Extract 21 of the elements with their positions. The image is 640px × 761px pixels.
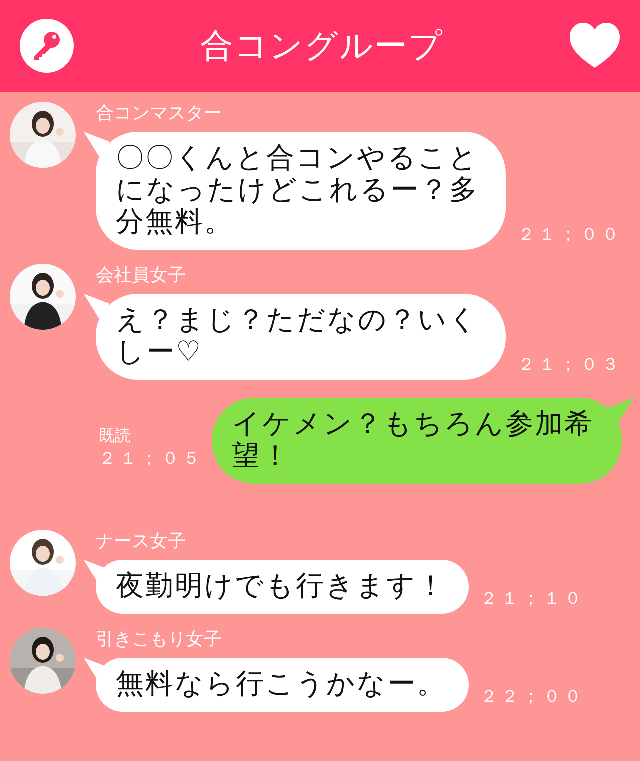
heart-icon[interactable] (570, 23, 620, 69)
message-time: ２１；００ (518, 224, 623, 247)
group-title: 合コングループ (200, 24, 444, 66)
message-time: ２１；０３ (518, 354, 623, 377)
sent-message-bubble: イケメン？もちろん参加希望！ (212, 398, 622, 484)
sender-name: 引きこもり女子 (96, 628, 222, 652)
sender-name: 会社員女子 (96, 264, 186, 288)
message-time: ２１；１０ (480, 588, 586, 611)
message-bubble: 夜勤明けでも行きます！ (96, 560, 468, 614)
sender-name: ナース女子 (96, 530, 186, 554)
key-icon[interactable] (20, 19, 74, 73)
speech-tail (608, 398, 634, 424)
message-time: ２２；００ (480, 686, 586, 709)
message-time: ２１；０５ (99, 448, 204, 471)
speech-tail (84, 132, 110, 158)
message-bubble: 〇〇くんと合コンやることになったけどこれるー？多分無料。 (96, 132, 506, 250)
speech-tail (84, 294, 110, 320)
sender-name: 合コンマスター (96, 102, 222, 126)
read-receipt: 既読 (99, 426, 131, 447)
message-bubble: え？まじ？ただなの？いくしー♡ (96, 294, 506, 380)
message-bubble: 無料なら行こうかなー。 (96, 658, 468, 712)
